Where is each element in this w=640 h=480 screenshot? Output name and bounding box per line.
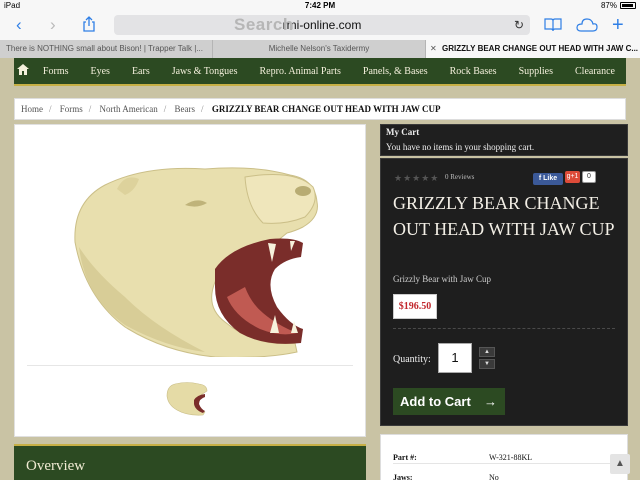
breadcrumb-separator: / xyxy=(163,104,167,114)
scroll-to-top-button[interactable]: ▲ xyxy=(610,454,630,474)
nav-forms[interactable]: Forms xyxy=(32,66,80,77)
back-icon[interactable]: ‹ xyxy=(16,15,22,35)
product-subtitle: Grizzly Bear with Jaw Cup xyxy=(393,274,491,284)
reload-icon[interactable]: ↻ xyxy=(514,15,524,35)
battery-percent: 87% xyxy=(600,1,617,10)
product-info-panel: ★★★★★ 0 Reviews f Like g+1 0 GRIZZLY BEA… xyxy=(380,158,628,426)
product-price: $196.50 xyxy=(393,294,437,319)
image-divider xyxy=(27,365,353,366)
breadcrumb: Home / Forms / North American / Bears / GRIZ… xyxy=(14,98,626,120)
nav-clearance[interactable]: Clearance xyxy=(564,66,626,77)
breadcrumb-current: GRIZZLY BEAR CHANGE OUT HEAD WITH JAW CU… xyxy=(211,104,441,114)
browser-toolbar: ‹ › Search rmi-online.com ↻ + xyxy=(0,12,640,40)
reviews-link[interactable]: 0 Reviews xyxy=(445,173,474,181)
nav-repro-animal-parts[interactable]: Repro. Animal Parts xyxy=(249,66,352,77)
breadcrumb-separator: / xyxy=(201,104,204,114)
cart-title: My Cart xyxy=(386,127,420,137)
breadcrumb-forms[interactable]: Forms xyxy=(60,104,83,114)
ios-status-bar: iPad 7:42 PM 87% xyxy=(0,0,640,12)
detail-key: Part #: xyxy=(393,453,417,462)
new-tab-icon[interactable]: + xyxy=(612,15,624,35)
tab-trapper-talk[interactable]: There is NOTHING small about Bison! | Tr… xyxy=(0,40,213,58)
product-title: GRIZZLY BEAR CHANGE OUT HEAD WITH JAW CU… xyxy=(393,193,615,239)
breadcrumb-home[interactable]: Home xyxy=(21,104,43,114)
add-to-cart-label: Add to Cart xyxy=(400,394,471,409)
table-row: Jaws: No xyxy=(393,473,621,480)
fb-like-label: Like xyxy=(543,175,558,182)
home-icon[interactable] xyxy=(14,63,32,79)
browser-tabs: There is NOTHING small about Bison! | Tr… xyxy=(0,40,640,58)
quantity-down-icon[interactable]: ▼ xyxy=(479,359,495,369)
detail-value: No xyxy=(489,473,499,480)
tab-taxidermy[interactable]: Michelle Nelson's Taxidermy xyxy=(213,40,426,58)
nav-rock-bases[interactable]: Rock Bases xyxy=(439,66,508,77)
rating-stars-icon: ★★★★★ xyxy=(394,173,440,183)
detail-value: W-321-88KL xyxy=(489,453,533,462)
google-plus-button[interactable]: g+1 xyxy=(565,171,580,183)
breadcrumb-north-american[interactable]: North American xyxy=(100,104,158,114)
thumbnail-image[interactable] xyxy=(165,380,209,416)
bookmarks-icon[interactable] xyxy=(544,17,562,37)
cart-message: You have no items in your shopping cart. xyxy=(386,142,535,152)
bear-head-image[interactable] xyxy=(65,147,325,357)
nav-supplies[interactable]: Supplies xyxy=(508,66,564,77)
nav-panels-bases[interactable]: Panels, & Bases xyxy=(352,66,439,77)
share-icon[interactable] xyxy=(82,16,96,37)
site-nav: Forms Eyes Ears Jaws & Tongues Repro. An… xyxy=(14,58,626,86)
overview-section: Overview xyxy=(14,444,366,480)
product-image-panel xyxy=(14,124,366,437)
icloud-tabs-icon[interactable] xyxy=(576,17,598,37)
tab-grizzly-active[interactable]: ✕ GRIZZLY BEAR CHANGE OUT HEAD WITH JAW … xyxy=(426,40,640,58)
battery-icon xyxy=(620,2,636,9)
clock: 7:42 PM xyxy=(304,1,336,10)
arrow-right-icon: → xyxy=(484,394,497,409)
quantity-up-icon[interactable]: ▲ xyxy=(479,347,495,357)
battery-area: 87% xyxy=(601,1,636,10)
nav-jaws-tongues[interactable]: Jaws & Tongues xyxy=(161,66,249,77)
table-divider xyxy=(393,463,615,464)
nav-eyes[interactable]: Eyes xyxy=(79,66,120,77)
facebook-like-button[interactable]: f Like xyxy=(533,173,563,185)
google-plus-count: 0 xyxy=(582,171,596,183)
address-bar[interactable]: Search rmi-online.com ↻ xyxy=(114,15,530,35)
tab-active-label: GRIZZLY BEAR CHANGE OUT HEAD WITH JAW C.… xyxy=(442,44,639,53)
overview-title: Overview xyxy=(26,458,86,474)
quantity-label: Quantity: xyxy=(393,354,431,365)
add-to-cart-button[interactable]: Add to Cart → xyxy=(393,388,505,415)
forward-icon[interactable]: › xyxy=(50,15,56,35)
product-details-table: Part #: W-321-88KL Jaws: No xyxy=(380,434,628,480)
ghost-search-text: Search xyxy=(234,15,294,34)
quantity-input[interactable]: 1 xyxy=(438,343,472,373)
price-divider xyxy=(393,328,615,329)
detail-key: Jaws: xyxy=(393,473,413,480)
nav-ears[interactable]: Ears xyxy=(121,66,161,77)
breadcrumb-bears[interactable]: Bears xyxy=(175,104,196,114)
mini-cart: My Cart You have no items in your shoppi… xyxy=(380,124,628,156)
url-text: rmi-online.com xyxy=(282,18,362,32)
breadcrumb-separator: / xyxy=(88,104,92,114)
close-tab-icon[interactable]: ✕ xyxy=(430,40,437,58)
breadcrumb-separator: / xyxy=(49,104,52,114)
